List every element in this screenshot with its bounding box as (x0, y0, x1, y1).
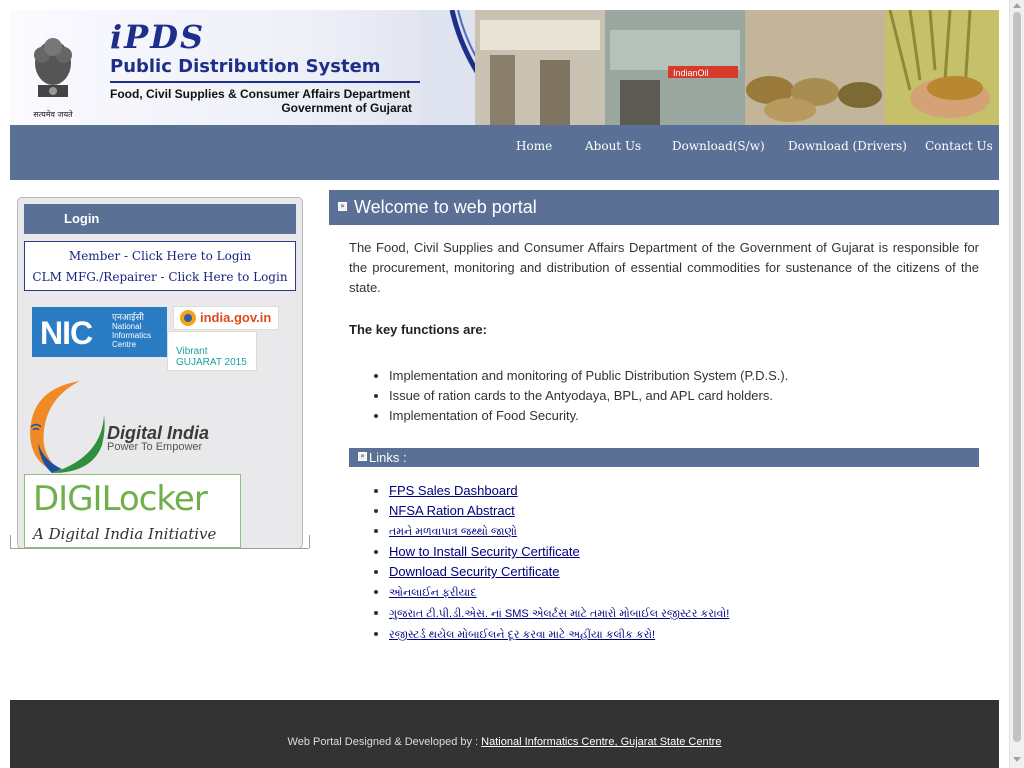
panel-divider-right (309, 535, 310, 548)
key-functions-list: Implementation and monitoring of Public … (349, 366, 788, 426)
ipds-logo: iPDS (110, 18, 206, 56)
nav-about-us[interactable]: About Us (585, 139, 641, 153)
vibrant-gujarat-text: Vibrant GUJARAT 2015 (176, 346, 247, 368)
scroll-thumb[interactable] (1013, 12, 1021, 742)
vibrant-gujarat-logo-link[interactable]: Vibrant GUJARAT 2015 (167, 331, 257, 371)
site-title: Public Distribution System (110, 56, 381, 77)
banner-photo-collage: IndianOil (420, 10, 999, 125)
nav-download-drivers[interactable]: Download (Drivers) (788, 139, 907, 153)
arrow-bullet-icon: » (358, 452, 367, 461)
nic-english-text: National Informatics Centre (112, 322, 152, 349)
link-fps-sales-dashboard[interactable]: FPS Sales Dashboard (389, 483, 518, 498)
links-list: FPS Sales Dashboard NFSA Ration Abstract… (349, 481, 729, 645)
link-nfsa-ration-abstract[interactable]: NFSA Ration Abstract (389, 503, 515, 518)
digilocker-subtitle: A Digital India Initiative (33, 525, 217, 543)
digilocker-logo-link[interactable]: DIGILocker A Digital India Initiative (24, 474, 241, 548)
list-item: Download Security Certificate (389, 562, 729, 582)
digital-india-subtitle: Power To Empower (107, 441, 203, 453)
nav-contact-us[interactable]: Contact Us (925, 139, 993, 153)
scroll-up-icon[interactable] (1013, 3, 1021, 8)
login-links-box: Member - Click Here to Login CLM MFG./Re… (24, 241, 296, 291)
footer-credit: Web Portal Designed & Developed by : Nat… (10, 736, 999, 748)
nav-home[interactable]: Home (516, 139, 552, 153)
list-item: How to Install Security Certificate (389, 542, 729, 562)
link-know-entitlement[interactable]: તમને મળવાપાત્ર જથ્થો જાણો (389, 526, 517, 538)
link-download-certificate[interactable]: Download Security Certificate (389, 564, 560, 579)
link-online-complaint[interactable]: ઓનલાઈન ફરીયાદ (389, 587, 476, 599)
panel-divider-left (10, 535, 11, 548)
links-header: » Links : (349, 448, 979, 467)
login-heading: Login (24, 204, 296, 234)
page-footer: Web Portal Designed & Developed by : Nat… (10, 700, 999, 768)
link-install-certificate[interactable]: How to Install Security Certificate (389, 544, 580, 559)
list-item: ઓનલાઈન ફરીયાદ (389, 582, 729, 603)
list-item: Issue of ration cards to the Antyodaya, … (389, 386, 788, 406)
scroll-down-icon[interactable] (1013, 757, 1021, 762)
member-login-link[interactable]: Member - Click Here to Login (25, 249, 295, 263)
links-heading: Links : (369, 450, 407, 465)
clm-login-link[interactable]: CLM MFG./Repairer - Click Here to Login (25, 270, 295, 284)
list-item: FPS Sales Dashboard (389, 481, 729, 501)
link-sms-deregister[interactable]: રજીસ્ટર્ડ થયેલ મોબાઈલને દૂર કરવા માટે અહ… (389, 629, 655, 641)
ashoka-emblem-icon: सत्यमेव जयते (33, 38, 73, 119)
panel-divider (10, 548, 309, 549)
nic-hindi-text: एनआईसी (112, 312, 145, 322)
indianoil-sign: IndianOil (673, 68, 709, 78)
list-item: તમને મળવાપાત્ર જથ્થો જાણો (389, 521, 729, 542)
title-divider (110, 81, 420, 83)
key-functions-heading: The key functions are: (349, 322, 487, 337)
main-navigation: Home About Us Download(S/w) Download (Dr… (10, 125, 999, 180)
government-name: Government of Gujarat (281, 101, 412, 115)
arrow-bullet-icon: » (338, 202, 347, 211)
list-item: Implementation and monitoring of Public … (389, 366, 788, 386)
nic-logo-link[interactable]: NIC एनआईसी National Informatics Centre (32, 307, 167, 357)
nic-logo-text: NIC (40, 315, 93, 351)
welcome-header: » Welcome to web portal (329, 190, 999, 225)
vertical-scrollbar[interactable] (1009, 0, 1024, 768)
link-sms-register[interactable]: ગુજરાત ટી.પી.ડી.એસ. નાં SMS એલર્ટસ માટે … (389, 608, 729, 620)
nav-download-software[interactable]: Download(S/w) (672, 139, 765, 153)
footer-prefix: Web Portal Designed & Developed by : (287, 736, 479, 748)
india-gov-emblem-icon (180, 310, 196, 326)
department-name: Food, Civil Supplies & Consumer Affairs … (110, 87, 411, 101)
india-gov-text: india.gov.in (200, 310, 272, 325)
list-item: રજીસ્ટર્ડ થયેલ મોબાઈલને દૂર કરવા માટે અહ… (389, 624, 729, 645)
header-banner: सत्यमेव जयते iPDS Public Distribution Sy… (10, 10, 999, 125)
list-item: NFSA Ration Abstract (389, 501, 729, 521)
list-item: ગુજરાત ટી.પી.ડી.એસ. નાં SMS એલર્ટસ માટે … (389, 603, 729, 624)
nic-logo-name: एनआईसी National Informatics Centre (112, 312, 167, 350)
india-gov-logo-link[interactable]: india.gov.in (173, 306, 279, 330)
list-item: Implementation of Food Security. (389, 406, 788, 426)
intro-paragraph: The Food, Civil Supplies and Consumer Af… (349, 240, 979, 295)
digilocker-title: DIGILocker (33, 479, 208, 519)
welcome-title: Welcome to web portal (354, 197, 537, 217)
nic-gujarat-link[interactable]: National Informatics Centre, Gujarat Sta… (481, 736, 721, 748)
emblem-caption: सत्यमेव जयते (33, 109, 73, 119)
